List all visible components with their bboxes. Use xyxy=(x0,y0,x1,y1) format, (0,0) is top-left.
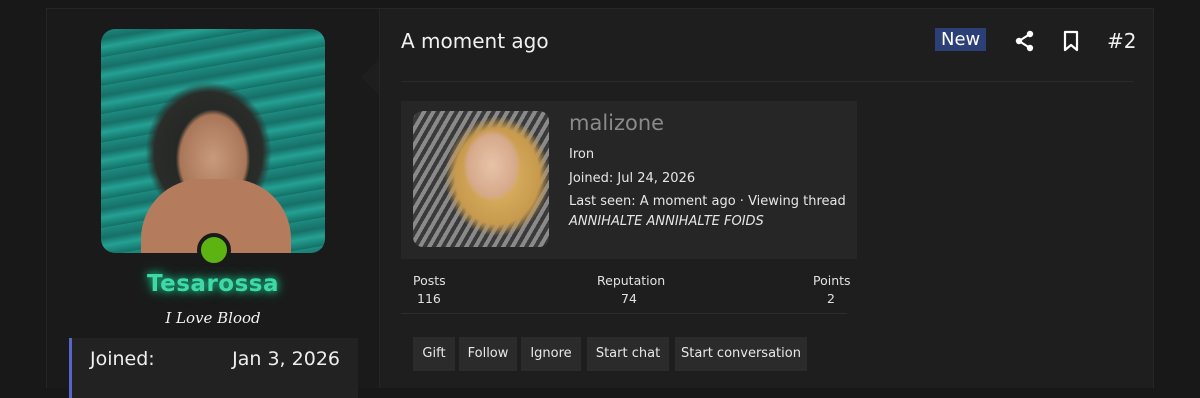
post-number-link[interactable]: #2 xyxy=(1107,29,1136,53)
joined-label: Joined: xyxy=(90,348,155,370)
member-avatar[interactable] xyxy=(413,111,549,247)
member-card-header: malizone Iron Joined: Jul 24, 2026 Last … xyxy=(401,101,857,259)
member-last-seen: Last seen: A moment ago · Viewing thread xyxy=(569,194,846,209)
post-arrow-pointer xyxy=(361,59,379,95)
new-badge: New xyxy=(935,28,987,51)
gift-button[interactable]: Gift xyxy=(413,337,455,371)
member-rank: Iron xyxy=(569,147,595,162)
start-chat-button[interactable]: Start chat xyxy=(587,337,669,371)
stat-label-points: Points xyxy=(813,273,851,288)
member-joined: Joined: Jul 24, 2026 xyxy=(569,171,696,186)
joined-date: Jan 3, 2026 xyxy=(232,348,340,370)
ignore-button[interactable]: Ignore xyxy=(521,337,581,371)
stat-label-reputation: Reputation xyxy=(597,273,666,288)
post-header: A moment ago New #2 xyxy=(401,9,1136,82)
follow-button[interactable]: Follow xyxy=(459,337,517,371)
author-joined-info: Joined: Jan 3, 2026 xyxy=(69,338,358,398)
member-stats: Posts 116 Reputation 74 Points 2 xyxy=(401,269,851,314)
stat-value-reputation[interactable]: 74 xyxy=(621,291,637,306)
member-username[interactable]: malizone xyxy=(569,111,664,135)
bookmark-icon[interactable] xyxy=(1059,29,1083,53)
author-user-title: I Love Blood xyxy=(165,309,261,327)
member-card: malizone Iron Joined: Jul 24, 2026 Last … xyxy=(401,101,857,375)
stat-value-points[interactable]: 2 xyxy=(827,291,835,306)
online-status-icon xyxy=(197,233,231,267)
author-username[interactable]: Tesarossa xyxy=(47,271,379,297)
start-conversation-button[interactable]: Start conversation xyxy=(675,337,807,371)
stat-value-posts[interactable]: 116 xyxy=(417,291,441,306)
author-avatar[interactable] xyxy=(101,29,325,253)
post-date[interactable]: A moment ago xyxy=(401,29,549,53)
member-signature: ANNIHALTE ANNIHALTE FOIDS xyxy=(569,214,764,229)
share-icon[interactable] xyxy=(1013,29,1037,53)
post-author-column: Tesarossa I Love Blood Joined: Jan 3, 20… xyxy=(47,9,380,398)
post-container: Tesarossa I Love Blood Joined: Jan 3, 20… xyxy=(46,8,1154,398)
stat-label-posts: Posts xyxy=(413,273,446,288)
